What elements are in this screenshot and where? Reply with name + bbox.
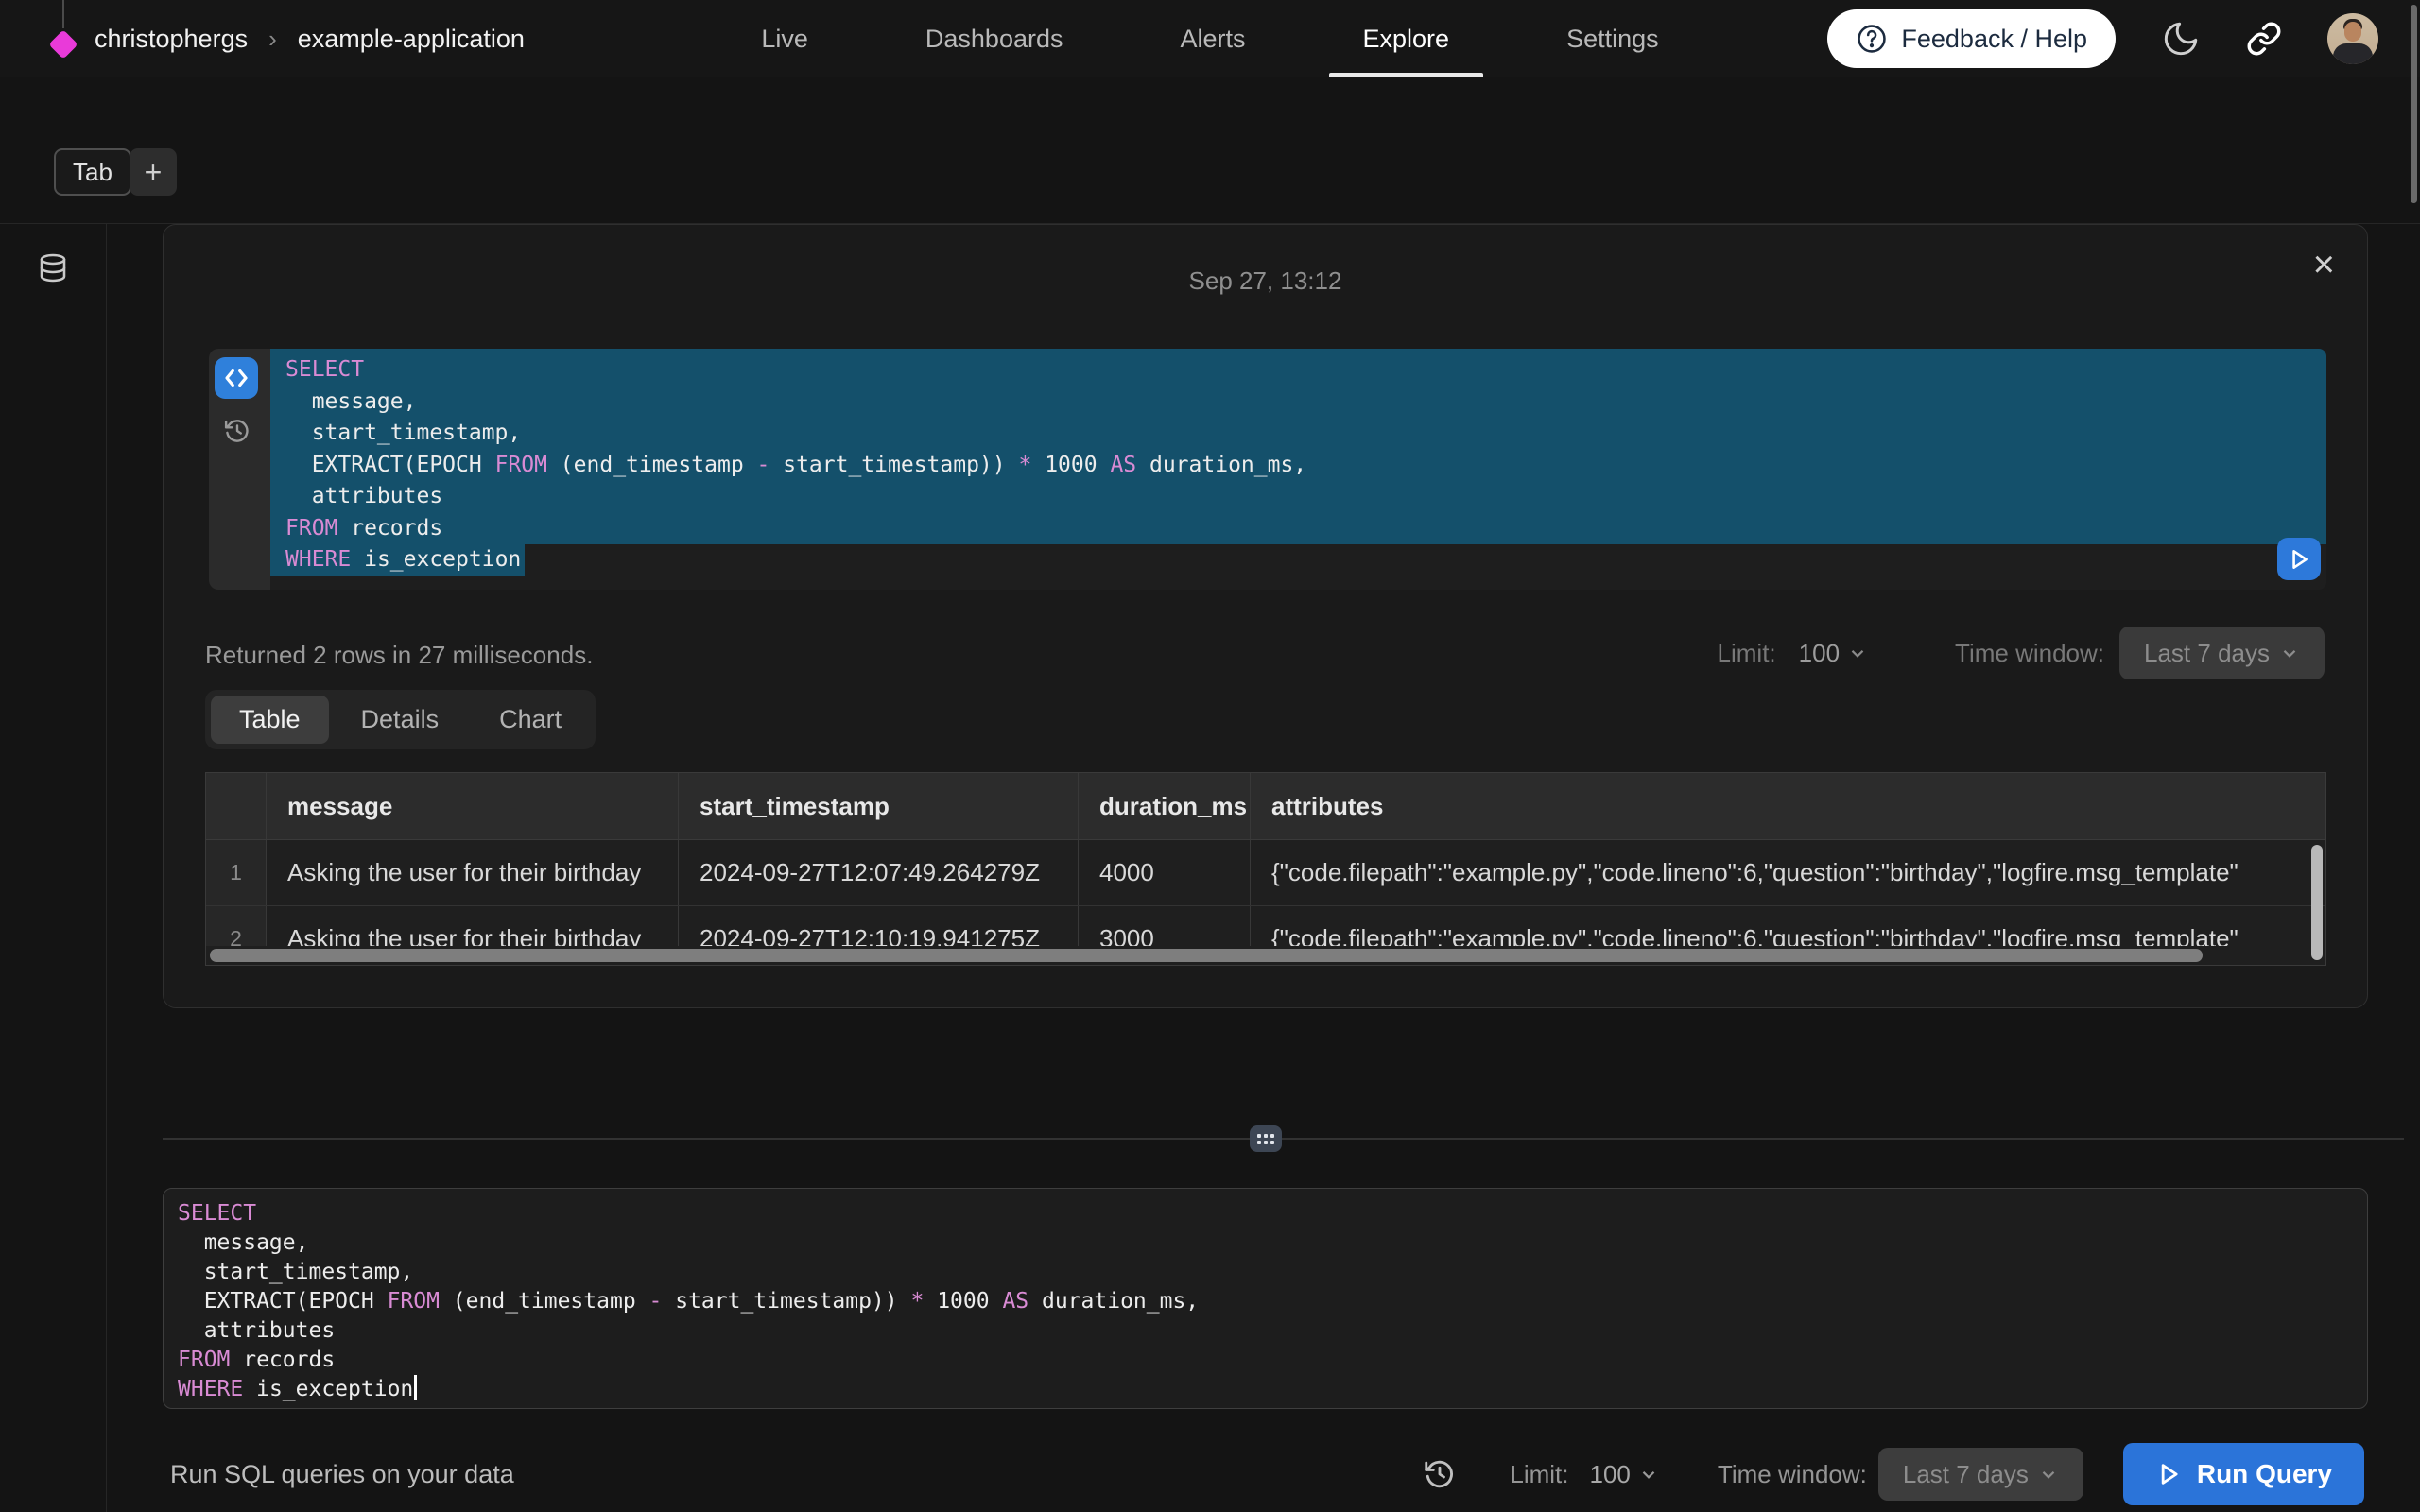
explore-page: christophergs › example-application Live…: [0, 0, 2420, 1512]
code-view-button[interactable]: [215, 357, 258, 399]
nav-item-alerts[interactable]: Alerts: [1121, 0, 1304, 77]
column-header: [206, 773, 267, 839]
close-card-icon[interactable]: ×: [2313, 246, 2335, 284]
footer-controls: Limit: 100 Time window: Last 7 days: [1423, 1436, 2364, 1512]
selected-sql-code[interactable]: SELECT message, start_timestamp, EXTRACT…: [270, 349, 2326, 590]
horizontal-scrollbar: [206, 946, 2312, 965]
avatar-jacket: [2333, 43, 2373, 64]
horizontal-scrollbar-thumb[interactable]: [210, 949, 2203, 962]
feedback-help-button[interactable]: Feedback / Help: [1827, 9, 2116, 68]
query-result-card: Sep 27, 13:12 × SELECT message, star: [163, 224, 2368, 1008]
feedback-help-label: Feedback / Help: [1901, 25, 2087, 54]
panel-resize-handle[interactable]: [1250, 1125, 1282, 1152]
chevron-down-icon: [1847, 643, 1868, 663]
query-sql-block: SELECT message, start_timestamp, EXTRACT…: [209, 349, 2326, 590]
nav-item-live[interactable]: Live: [702, 0, 867, 77]
theme-toggle-moon-icon[interactable]: [2161, 19, 2201, 59]
nav-item-dashboards[interactable]: Dashboards: [867, 0, 1122, 77]
limit-label: Limit:: [1718, 639, 1776, 668]
column-header: message: [267, 773, 679, 839]
add-tab-button[interactable]: +: [130, 148, 177, 196]
vertical-scrollbar-thumb[interactable]: [2311, 845, 2323, 960]
results-table: messagestart_timestampduration_msattribu…: [205, 772, 2326, 966]
query-history-icon[interactable]: [1423, 1457, 1457, 1491]
help-circle-icon: [1856, 23, 1888, 55]
play-icon: [2155, 1461, 2182, 1487]
table-cell: 4000: [1079, 840, 1251, 905]
result-view-tabs: Table Details Chart: [205, 690, 596, 749]
time-window-label: Time window:: [1955, 639, 2104, 668]
result-summary: Returned 2 rows in 27 milliseconds.: [205, 641, 593, 670]
column-header: duration_ms: [1079, 773, 1251, 839]
limit-select[interactable]: 100: [1590, 1460, 1659, 1489]
limit-label: Limit:: [1510, 1460, 1568, 1489]
sql-block-gutter: [209, 349, 270, 590]
user-avatar[interactable]: [2327, 13, 2378, 64]
chevron-down-icon: [2279, 643, 2300, 663]
table-cell: Asking the user for their birthday: [267, 840, 679, 905]
chevron-down-icon: [1638, 1464, 1659, 1485]
time-window-label: Time window:: [1718, 1460, 1867, 1489]
top-header: christophergs › example-application Live…: [0, 0, 2420, 77]
time-window-select[interactable]: Last 7 days: [1878, 1448, 2083, 1501]
result-controls: Limit: 100 Time window: Last 7 days: [1718, 627, 2325, 679]
editor-scrollbar-thumb[interactable]: [2411, 5, 2417, 203]
panel-split-line: [163, 1138, 2404, 1140]
query-tab[interactable]: Tab: [54, 148, 131, 196]
table-cell: 2024-09-27T12:07:49.264279Z: [679, 840, 1079, 905]
editor-hint: Run SQL queries on your data: [170, 1436, 514, 1512]
run-selection-button[interactable]: [2277, 538, 2321, 580]
tab-details[interactable]: Details: [333, 696, 468, 744]
header-actions: Feedback / Help: [1827, 0, 2378, 77]
column-header: attributes: [1251, 773, 2325, 839]
chevron-down-icon: [2038, 1464, 2059, 1485]
editor-footer: Run SQL queries on your data Limit: 100 …: [0, 1436, 2420, 1512]
avatar-face: [2344, 22, 2361, 42]
column-header: start_timestamp: [679, 773, 1079, 839]
database-schema-icon[interactable]: [36, 252, 70, 1512]
table-cell: {"code.filepath":"example.py","code.line…: [1251, 840, 2325, 905]
schema-sidebar: [0, 224, 107, 1512]
tab-table[interactable]: Table: [211, 696, 329, 744]
run-query-button[interactable]: Run Query: [2123, 1443, 2364, 1505]
query-timestamp: Sep 27, 13:12: [164, 266, 2367, 296]
time-window-select[interactable]: Last 7 days: [2119, 627, 2325, 679]
table-cell: 1: [206, 840, 267, 905]
nav-item-explore[interactable]: Explore: [1305, 0, 1509, 77]
sql-editor[interactable]: SELECT message, start_timestamp, EXTRACT…: [163, 1188, 2368, 1409]
limit-select[interactable]: 100: [1799, 639, 1868, 668]
table-header-row: messagestart_timestampduration_msattribu…: [206, 773, 2325, 840]
query-history-icon[interactable]: [223, 417, 251, 445]
nav-item-settings[interactable]: Settings: [1508, 0, 1718, 77]
share-link-icon[interactable]: [2246, 21, 2282, 57]
tab-chart[interactable]: Chart: [471, 696, 590, 744]
table-row[interactable]: 1Asking the user for their birthday2024-…: [206, 840, 2325, 906]
